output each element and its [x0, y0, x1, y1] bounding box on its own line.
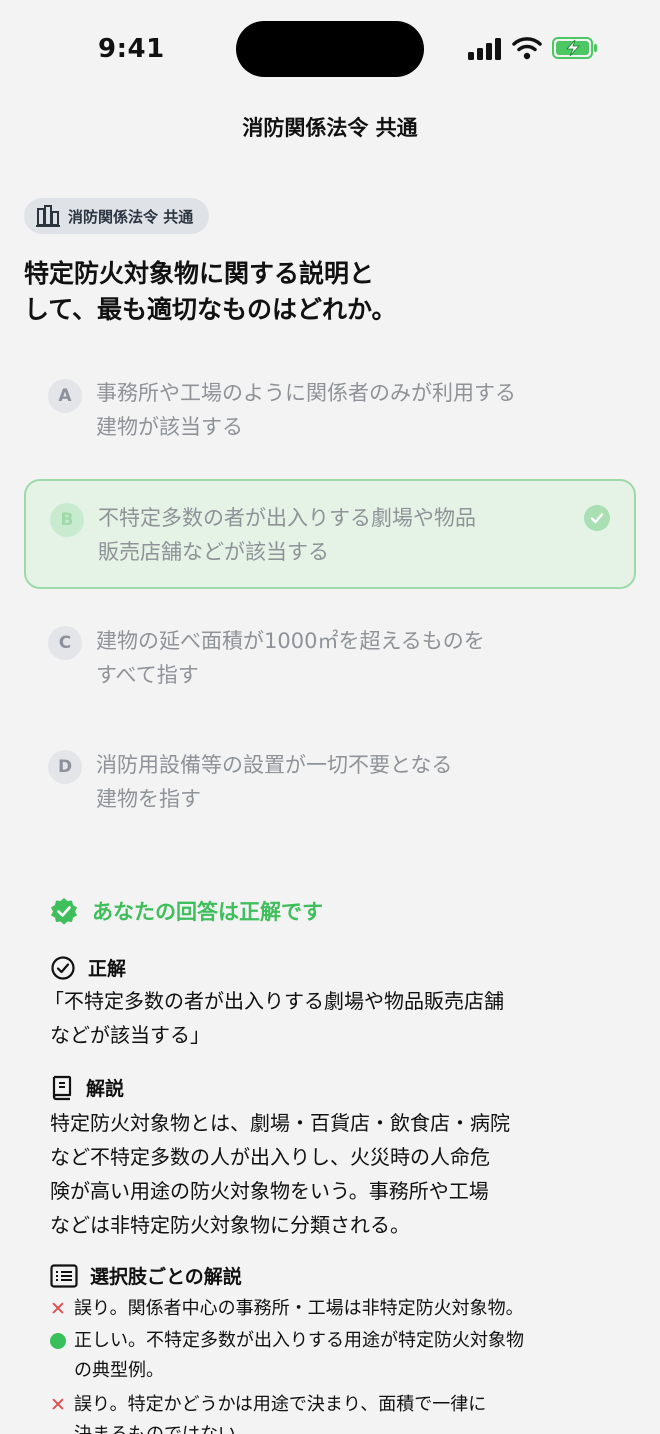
- text-line: など不特定多数の人が出入りし、火災時の人命危: [50, 1145, 490, 1169]
- cellular-signal-icon: [468, 38, 501, 60]
- option-text-line: 建物が該当する: [96, 415, 243, 439]
- text-line: 誤り。特定かどうかは用途で決まり、面積で一律に: [74, 1394, 487, 1415]
- option-text-line: すべて指す: [96, 663, 199, 687]
- per-option-heading: 選択肢ごとの解説: [50, 1262, 242, 1289]
- option-a[interactable]: A 事務所や工場のように関係者のみが利用する 建物が該当する: [24, 364, 636, 460]
- option-text: 建物の延べ面積が1000㎡を超えるものを すべて指す: [96, 624, 566, 692]
- option-letter: B: [50, 503, 84, 537]
- option-c[interactable]: C 建物の延べ面積が1000㎡を超えるものを すべて指す: [24, 612, 636, 708]
- text-line: 険が高い用途の防火対象物をいう。事務所や工場: [50, 1179, 489, 1203]
- option-explanation-item: 正しい。不特定多数が出入りする用途が特定防火対象物 の典型例。: [50, 1326, 620, 1386]
- book-icon: [52, 1075, 72, 1100]
- list-icon: [50, 1263, 78, 1288]
- per-option-heading-label: 選択肢ごとの解説: [90, 1266, 242, 1288]
- correct-heading: 正解: [50, 954, 126, 981]
- battery-charging-icon: [552, 37, 597, 59]
- explanation-heading-label: 解説: [86, 1078, 125, 1100]
- correct-heading-label: 正解: [88, 958, 127, 980]
- category-tag: 消防関係法令 共通: [24, 198, 210, 234]
- option-text-line: 販売店舗などが該当する: [98, 540, 329, 564]
- option-explanation-text: 正しい。不特定多数が出入りする用途が特定防火対象物 の典型例。: [74, 1326, 620, 1386]
- option-explanation-item: ✕ 誤り。関係者中心の事務所・工場は非特定防火対象物。: [50, 1294, 620, 1324]
- text-line: 誤り。関係者中心の事務所・工場は非特定防火対象物。: [74, 1298, 524, 1319]
- option-text: 不特定多数の者が出入りする劇場や物品 販売店舗などが該当する: [98, 501, 568, 569]
- page-title: 消防関係法令 共通: [242, 116, 418, 140]
- option-text: 事務所や工場のように関係者のみが利用する 建物が該当する: [96, 376, 566, 444]
- text-line: などは非特定防火対象物に分類される。: [50, 1213, 410, 1237]
- option-explanation-text: 誤り。関係者中心の事務所・工場は非特定防火対象物。: [74, 1294, 620, 1324]
- option-letter: C: [48, 626, 82, 660]
- check-circle-icon: [51, 955, 75, 980]
- check-icon: [584, 505, 610, 531]
- status-time: 9:41: [98, 34, 165, 64]
- question-line: して、最も適切なものはどれか。: [24, 295, 397, 324]
- question-text: 特定防火対象物に関する説明と して、最も適切なものはどれか。: [24, 256, 584, 328]
- text-line: 決まるものではない。: [74, 1420, 620, 1434]
- option-text-line: 消防用設備等の設置が一切不要となる: [96, 753, 453, 777]
- result-label: あなたの回答は正解です: [92, 900, 323, 924]
- option-text-line: 建物を指す: [96, 787, 201, 811]
- option-explanation-text: 誤り。特定かどうかは用途で決まり、面積で一律に 決まるものではない。: [74, 1390, 620, 1434]
- status-bar: 9:41: [0, 0, 660, 96]
- dynamic-island: [236, 21, 424, 77]
- option-text-line: 事務所や工場のように関係者のみが利用する: [96, 381, 516, 405]
- verified-badge-icon: [51, 898, 77, 925]
- question-line: 特定防火対象物に関する説明と: [24, 259, 375, 288]
- option-explanation-item: ✕ 誤り。特定かどうかは用途で決まり、面積で一律に 決まるものではない。: [50, 1390, 620, 1434]
- text-line: 特定防火対象物とは、劇場・百貨店・飲食店・病院: [50, 1111, 510, 1135]
- explanation-text: 特定防火対象物とは、劇場・百貨店・飲食店・病院 など不特定多数の人が出入りし、火…: [50, 1106, 610, 1242]
- option-text-line: 不特定多数の者が出入りする劇場や物品: [98, 506, 476, 530]
- option-letter: A: [48, 379, 82, 413]
- text-line: などが該当する」: [50, 1023, 210, 1047]
- text-line: 正しい。不特定多数が出入りする用途が特定防火対象物: [74, 1330, 524, 1351]
- result-banner: あなたの回答は正解です: [50, 896, 323, 926]
- option-b[interactable]: B 不特定多数の者が出入りする劇場や物品 販売店舗などが該当する: [24, 479, 636, 589]
- text-line: 「不特定多数の者が出入りする劇場や物品販売店舗: [44, 989, 504, 1013]
- option-text-line: 建物の延べ面積が1000㎡を超えるものを: [96, 629, 485, 653]
- wifi-icon: [512, 37, 542, 60]
- option-letter: D: [48, 750, 82, 784]
- category-tag-label: 消防関係法令 共通: [68, 207, 194, 226]
- explanation-heading: 解説: [50, 1074, 124, 1101]
- text-line: の典型例。: [74, 1360, 164, 1381]
- correct-answer-text: 「不特定多数の者が出入りする劇場や物品販売店舗 などが該当する」: [44, 984, 610, 1052]
- building-icon: [36, 205, 60, 227]
- wrong-mark-icon: ✕: [50, 1394, 66, 1416]
- correct-dot-icon: [50, 1326, 70, 1359]
- option-d[interactable]: D 消防用設備等の設置が一切不要となる 建物を指す: [24, 736, 636, 832]
- wrong-mark-icon: ✕: [50, 1298, 66, 1320]
- option-text: 消防用設備等の設置が一切不要となる 建物を指す: [96, 748, 566, 816]
